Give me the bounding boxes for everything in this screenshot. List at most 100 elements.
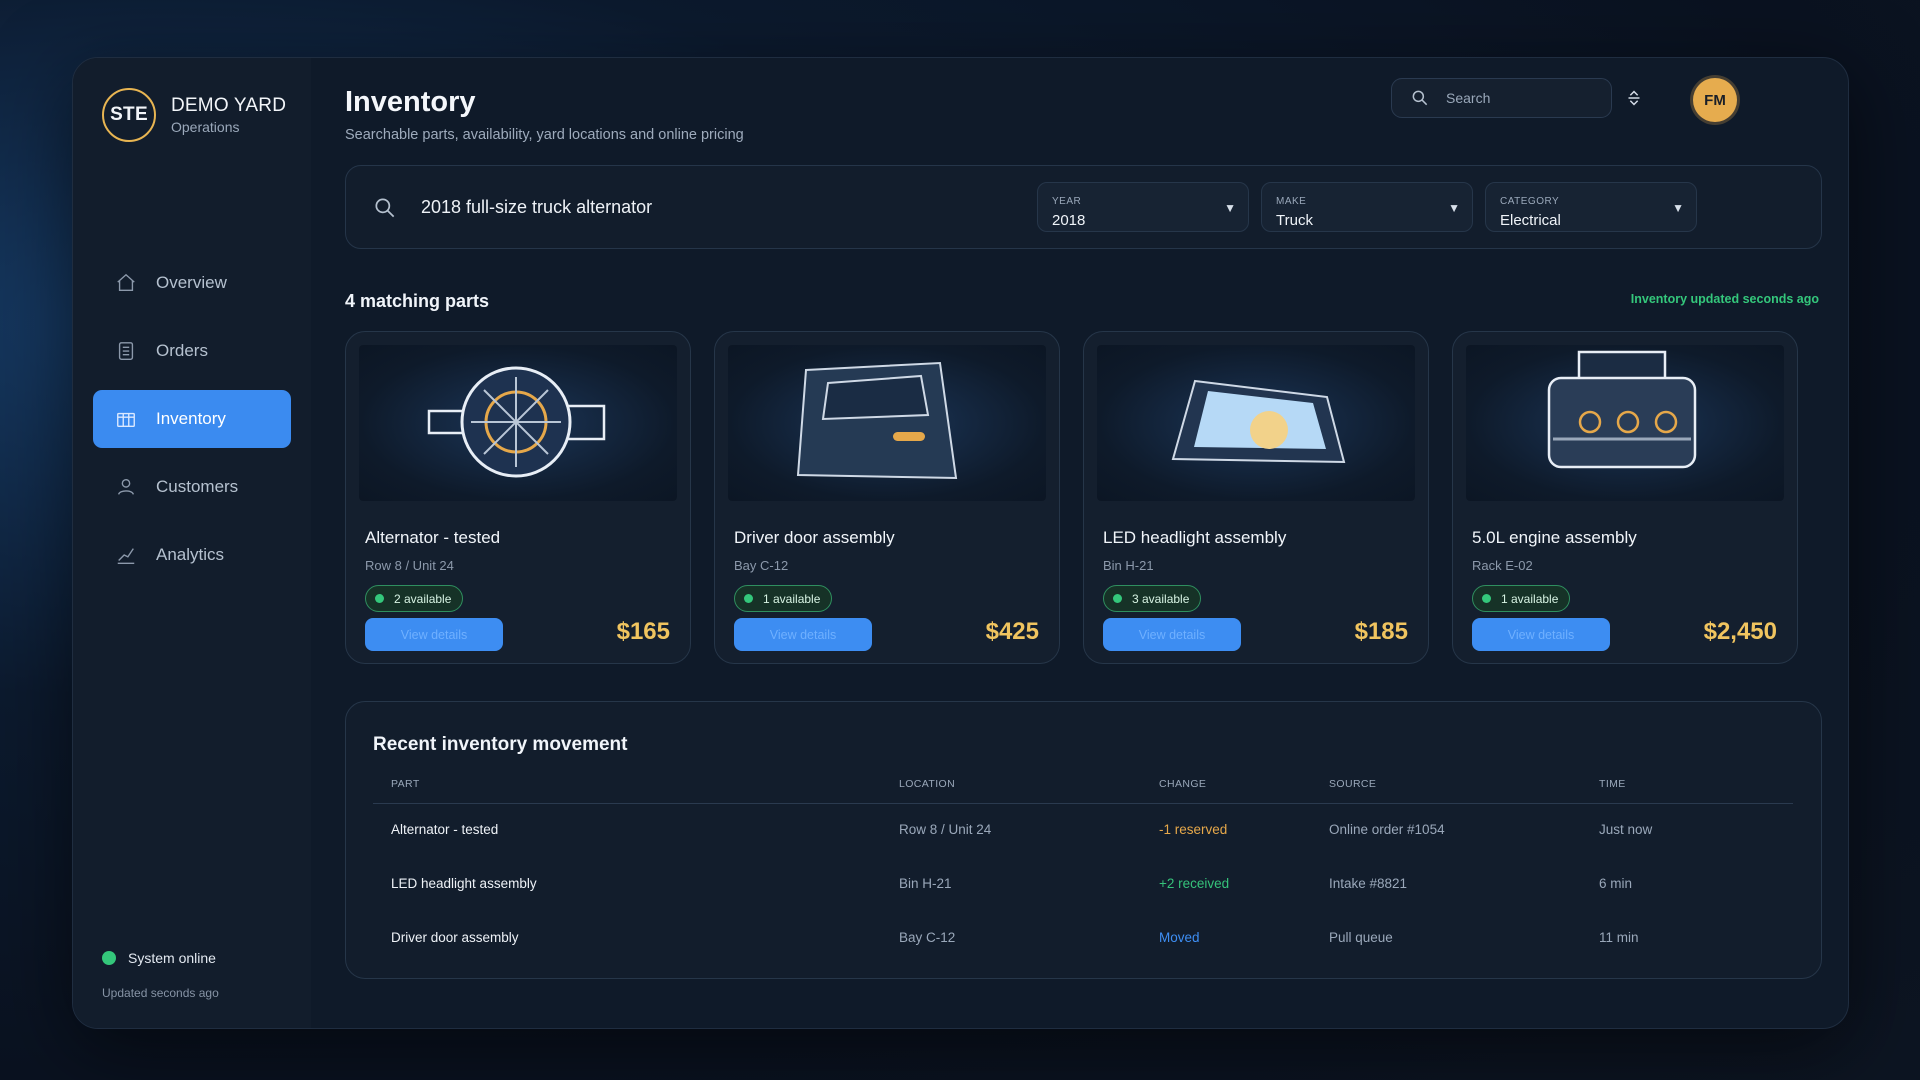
sort-toggle-button[interactable] — [1622, 86, 1646, 110]
row-change: +2 received — [1159, 876, 1230, 891]
parts-search-panel: 2018 full-size truck alternator YEAR 201… — [345, 165, 1822, 249]
row-part: Driver door assembly — [391, 930, 519, 945]
availability-badge: 1 available — [734, 585, 833, 612]
sidebar: STE DEMO YARD Operations Overview Orders — [73, 58, 311, 1028]
system-status-label: System online — [128, 950, 216, 966]
category-dropdown[interactable]: CATEGORY Electrical ▼ — [1485, 182, 1697, 232]
column-header-change: CHANGE — [1159, 778, 1207, 790]
status-dot — [744, 594, 753, 603]
availability-badge: 3 available — [1103, 585, 1202, 612]
part-title: Driver door assembly — [734, 528, 895, 547]
row-time: Just now — [1599, 822, 1653, 837]
table-row[interactable]: LED headlight assembly Bin H-21 +2 recei… — [373, 876, 1793, 930]
part-title: 5.0L engine assembly — [1472, 528, 1637, 547]
sidebar-item-customers[interactable]: Customers — [93, 458, 291, 516]
category-dropdown-label: CATEGORY — [1500, 196, 1560, 207]
part-price: $185 — [1354, 618, 1408, 645]
row-location: Bay C-12 — [899, 930, 956, 945]
row-location: Row 8 / Unit 24 — [899, 822, 992, 837]
sidebar-item-orders[interactable]: Orders — [93, 322, 291, 380]
user-icon — [115, 476, 137, 498]
results-count: 4 matching parts — [345, 291, 490, 311]
part-price: $165 — [616, 618, 670, 645]
year-dropdown[interactable]: YEAR 2018 ▼ — [1037, 182, 1249, 232]
part-price: $425 — [985, 618, 1039, 645]
availability-badge: 2 available — [365, 585, 464, 612]
part-location: Row 8 / Unit 24 — [365, 558, 454, 573]
row-part: LED headlight assembly — [391, 876, 537, 891]
availability-badge: 1 available — [1472, 585, 1571, 612]
table-header: PART LOCATION CHANGE SOURCE TIME — [373, 778, 1793, 804]
column-header-source: SOURCE — [1329, 778, 1377, 790]
global-search-input[interactable]: Search — [1391, 78, 1612, 118]
parts-search-input[interactable]: 2018 full-size truck alternator — [421, 197, 652, 218]
page-subtitle: Searchable parts, availability, yard loc… — [345, 127, 744, 143]
brand-subtitle: Operations — [171, 119, 240, 135]
part-location: Bin H-21 — [1103, 558, 1154, 573]
brand-text: DEMO YARD Operations — [171, 95, 286, 135]
table-row[interactable]: Alternator - tested Row 8 / Unit 24 -1 r… — [373, 822, 1793, 876]
row-time: 11 min — [1599, 930, 1639, 945]
document-icon — [115, 340, 137, 362]
home-icon — [115, 272, 137, 294]
chevron-down-icon: ▼ — [1448, 201, 1460, 215]
part-location: Bay C-12 — [734, 558, 789, 573]
headlight-image — [1097, 345, 1415, 501]
search-icon — [375, 198, 395, 218]
part-card: Driver door assembly Bay C-12 1 availabl… — [714, 331, 1060, 664]
parts-grid: Alternator - tested Row 8 / Unit 24 2 av… — [345, 331, 1800, 664]
status-dot — [375, 594, 384, 603]
part-card: LED headlight assembly Bin H-21 3 availa… — [1083, 331, 1429, 664]
row-time: 6 min — [1599, 876, 1633, 891]
main-content: Inventory Searchable parts, availability… — [345, 58, 1848, 1028]
category-dropdown-value: Electrical — [1500, 212, 1561, 229]
search-icon — [1412, 90, 1428, 106]
part-price: $2,450 — [1703, 618, 1777, 645]
sidebar-item-label: Overview — [156, 273, 227, 292]
chart-icon — [115, 544, 137, 566]
status-dot — [1482, 594, 1491, 603]
part-title: LED headlight assembly — [1103, 528, 1287, 547]
sidebar-item-inventory[interactable]: Inventory — [93, 390, 291, 448]
row-location: Bin H-21 — [899, 876, 952, 891]
door-image — [728, 345, 1046, 501]
box-icon — [115, 408, 137, 430]
part-card: Alternator - tested Row 8 / Unit 24 2 av… — [345, 331, 691, 664]
chevron-down-icon: ▼ — [1672, 201, 1684, 215]
view-details-button[interactable]: View details — [1103, 618, 1241, 651]
row-source: Online order #1054 — [1329, 822, 1445, 837]
sidebar-item-label: Inventory — [156, 409, 226, 428]
row-source: Pull queue — [1329, 930, 1393, 945]
sidebar-item-overview[interactable]: Overview — [93, 254, 291, 312]
inventory-updated-label: Inventory updated seconds ago — [1630, 292, 1819, 306]
user-avatar[interactable]: FM — [1693, 78, 1737, 122]
row-change: Moved — [1159, 930, 1200, 945]
app-window: STE DEMO YARD Operations Overview Orders — [72, 57, 1849, 1029]
sort-icon — [1628, 90, 1640, 106]
section-title: Recent inventory movement — [373, 734, 628, 755]
sidebar-item-label: Customers — [156, 477, 239, 496]
sidebar-item-analytics[interactable]: Analytics — [93, 526, 291, 584]
view-details-button[interactable]: View details — [365, 618, 503, 651]
view-details-button[interactable]: View details — [734, 618, 872, 651]
sidebar-nav: Overview Orders Inventory Customers Anal… — [93, 254, 291, 594]
page-title: Inventory — [345, 86, 476, 118]
year-dropdown-value: 2018 — [1052, 212, 1086, 229]
view-details-button[interactable]: View details — [1472, 618, 1610, 651]
row-part: Alternator - tested — [391, 822, 499, 837]
status-dot — [102, 951, 116, 965]
availability-label: 1 available — [1501, 591, 1559, 606]
system-status: System online — [102, 950, 216, 966]
system-updated-label: Updated seconds ago — [102, 986, 219, 1000]
availability-label: 2 available — [394, 591, 452, 606]
part-location: Rack E-02 — [1472, 558, 1533, 573]
make-dropdown[interactable]: MAKE Truck ▼ — [1261, 182, 1473, 232]
part-title: Alternator - tested — [365, 528, 501, 547]
search-placeholder: Search — [1446, 90, 1491, 106]
brand-logo: STE — [102, 88, 156, 142]
status-dot — [1113, 594, 1122, 603]
sidebar-item-label: Orders — [156, 341, 208, 360]
year-dropdown-label: YEAR — [1052, 196, 1082, 207]
column-header-part: PART — [391, 778, 420, 790]
table-row[interactable]: Driver door assembly Bay C-12 Moved Pull… — [373, 930, 1793, 984]
